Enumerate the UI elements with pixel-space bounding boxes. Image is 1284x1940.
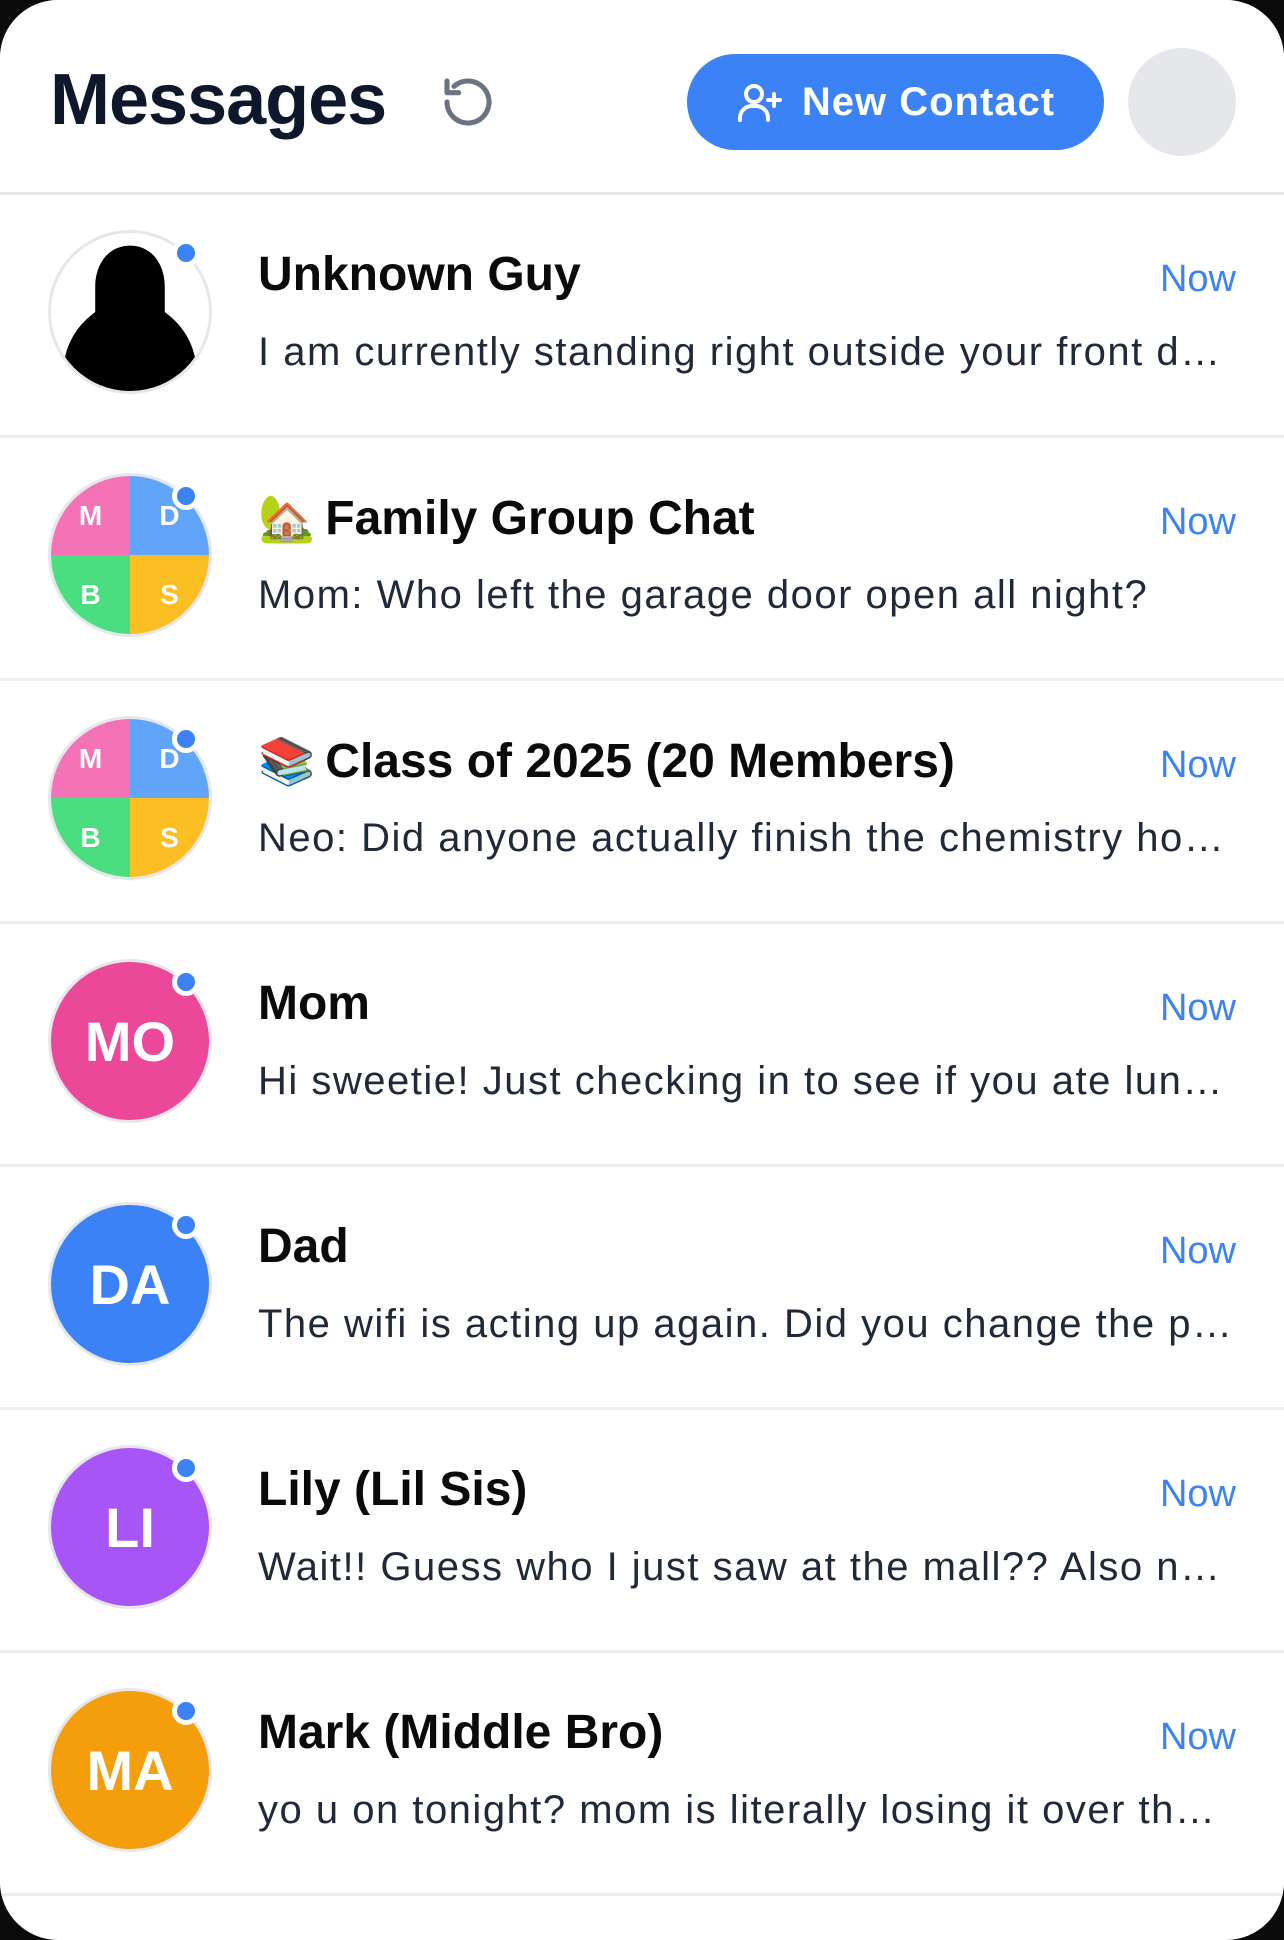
message-preview: The wifi is acting up again. Did you cha… — [258, 1302, 1236, 1346]
contact-name-text: Mom — [258, 977, 370, 1030]
contact-name-text: Class of 2025 (20 Members) — [325, 735, 955, 788]
message-preview: Neo: Did anyone actually finish the chem… — [258, 816, 1236, 860]
conversation-row[interactable]: LI Lily (Lil Sis) Now Wait!! Guess who I ju… — [0, 1410, 1284, 1653]
contact-name: Mark (Middle Bro) — [258, 1705, 663, 1761]
timestamp: Now — [1159, 744, 1236, 786]
message-preview: I am currently standing right outside yo… — [258, 330, 1236, 374]
message-preview: Wait!! Guess who I just saw at the mall?… — [258, 1545, 1236, 1589]
conversation-row[interactable]: MO Mom Now Hi sweetie! Just checking in to … — [0, 924, 1284, 1167]
contact-name: Dad — [258, 1219, 349, 1275]
avatar-quadrant: M — [51, 719, 130, 798]
avatar-quadrant: S — [130, 555, 209, 634]
contact-name: 🏡 Family Group Chat — [258, 490, 755, 547]
contact-name: Lily (Lil Sis) — [258, 1462, 527, 1518]
conversation-row[interactable]: MA Mark (Middle Bro) Now yo u on tonight? m… — [0, 1653, 1284, 1896]
contact-name-text: Unknown Guy — [258, 248, 581, 301]
avatar-quadrant: B — [51, 798, 130, 877]
avatar-initials: LI — [105, 1495, 155, 1559]
online-status-dot — [172, 1697, 200, 1725]
avatar-quadrant: S — [130, 798, 209, 877]
chat-emoji: 🏡 — [258, 492, 316, 544]
avatar-initials: MO — [84, 1009, 176, 1073]
profile-avatar[interactable] — [1128, 48, 1236, 156]
online-status-dot — [172, 239, 200, 267]
online-status-dot — [172, 482, 200, 510]
new-contact-button[interactable]: New Contact — [687, 54, 1104, 150]
online-status-dot — [172, 725, 200, 753]
chat-emoji: 📚 — [258, 735, 316, 787]
online-status-dot — [172, 1454, 200, 1482]
message-preview: Hi sweetie! Just checking in to see if y… — [258, 1059, 1236, 1103]
contact-name-text: Dad — [258, 1220, 349, 1273]
conversation-row[interactable]: M D B S 📚 Class of 2025 (20 Members) Now Neo: D… — [0, 681, 1284, 924]
page-title: Messages — [50, 60, 387, 140]
online-status-dot — [172, 968, 200, 996]
messages-screen: Messages New Contact Unknown Guy Now I am … — [0, 0, 1284, 1940]
new-contact-label: New Contact — [801, 79, 1056, 124]
avatar-initials: DA — [89, 1252, 171, 1316]
header: Messages New Contact — [0, 0, 1284, 195]
conversation-row[interactable]: DA Dad Now The wifi is acting up again. Did… — [0, 1167, 1284, 1410]
contact-name-text: Lily (Lil Sis) — [258, 1463, 528, 1516]
timestamp: Now — [1159, 1716, 1236, 1758]
refresh-icon[interactable] — [440, 74, 496, 130]
online-status-dot — [172, 1211, 200, 1239]
avatar-initials: MA — [86, 1738, 174, 1802]
contact-name-text: Family Group Chat — [325, 492, 755, 545]
contact-name: Unknown Guy — [258, 247, 581, 303]
message-preview: yo u on tonight? mom is literally losing… — [258, 1788, 1236, 1832]
avatar-quadrant: B — [51, 555, 130, 634]
timestamp: Now — [1159, 987, 1236, 1029]
timestamp: Now — [1159, 1473, 1236, 1515]
timestamp: Now — [1159, 258, 1236, 300]
user-plus-icon — [737, 84, 782, 122]
contact-name: 📚 Class of 2025 (20 Members) — [258, 733, 955, 790]
message-preview: Mom: Who left the garage door open all n… — [258, 573, 1149, 617]
conversation-row[interactable]: Unknown Guy Now I am currently standing ri… — [0, 195, 1284, 438]
contact-name-text: Mark (Middle Bro) — [258, 1706, 664, 1759]
timestamp: Now — [1159, 1230, 1236, 1272]
contact-name: Mom — [258, 976, 370, 1032]
conversation-row[interactable]: M D B S 🏡 Family Group Chat Now Mom: Who left t… — [0, 438, 1284, 681]
timestamp: Now — [1159, 501, 1236, 543]
conversation-list: Unknown Guy Now I am currently standing ri… — [0, 195, 1284, 1896]
avatar-quadrant: M — [51, 476, 130, 555]
